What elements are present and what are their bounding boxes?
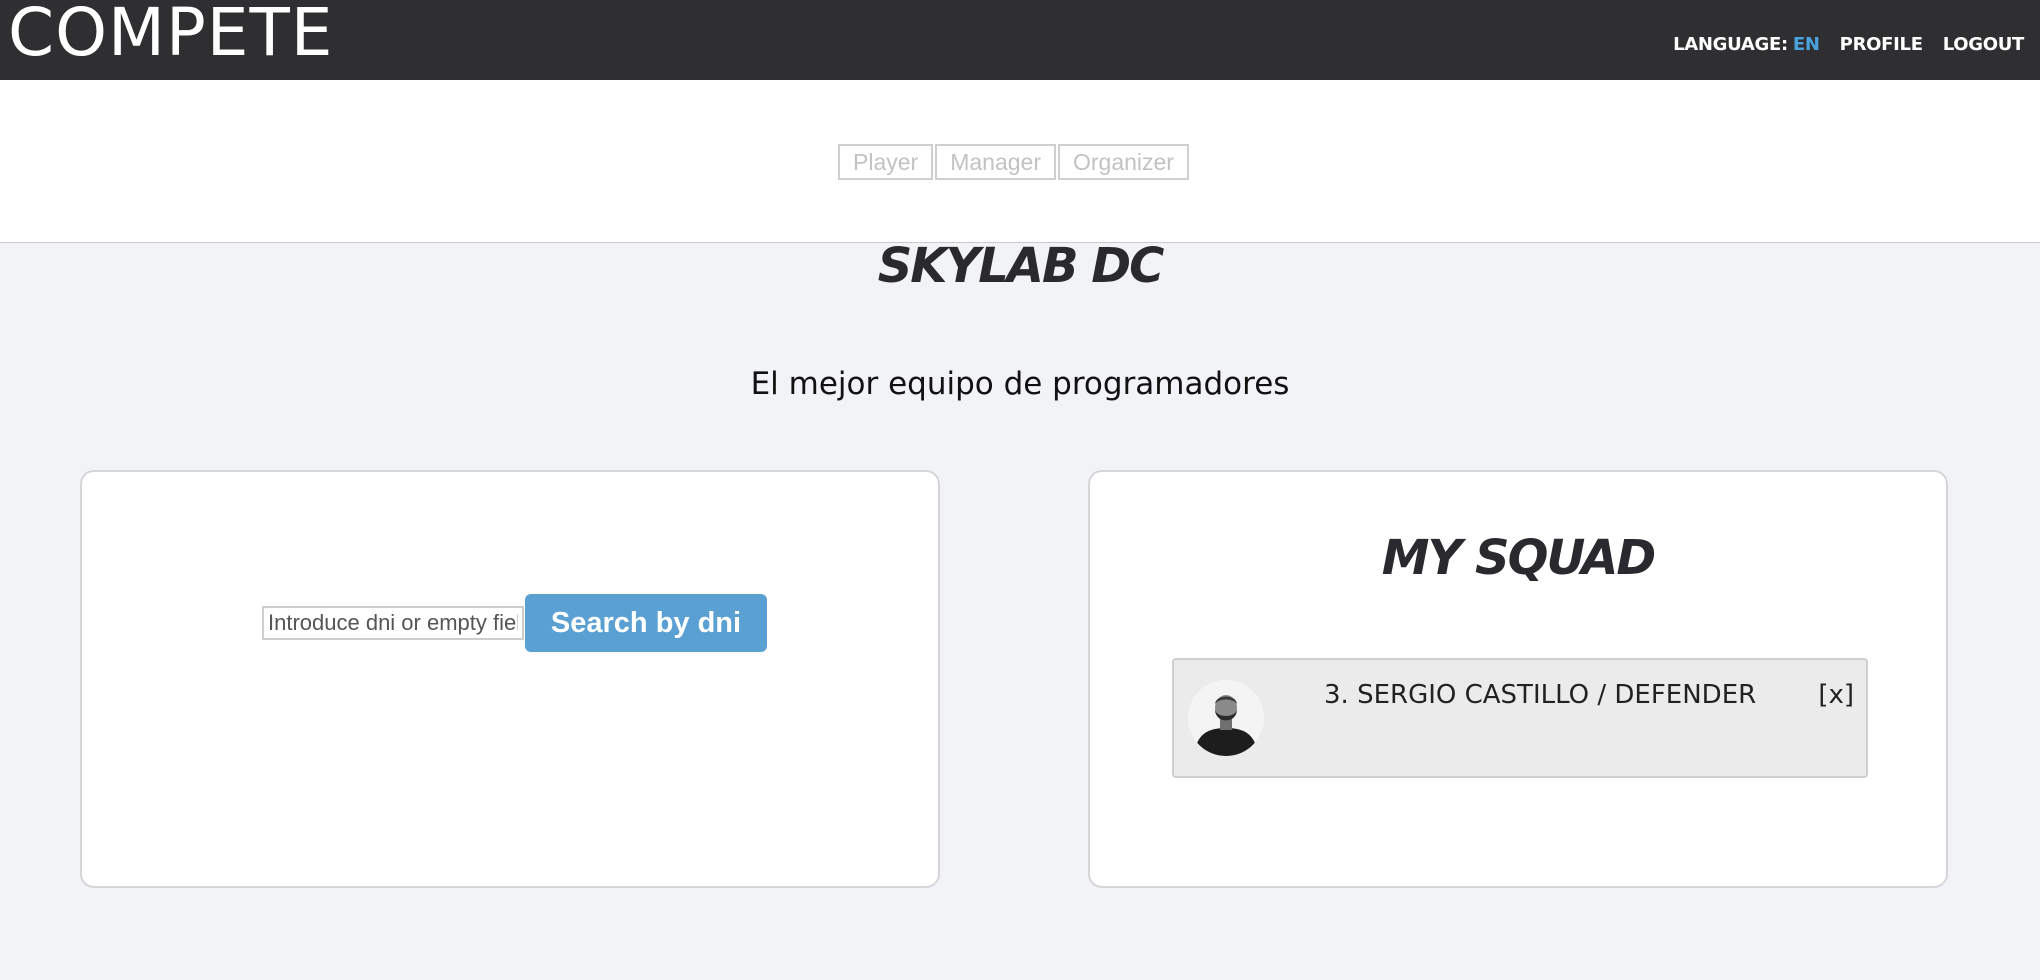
- language-label: LANGUAGE:: [1673, 34, 1788, 55]
- squad-card: MY SQUAD 3. SERGIO CASTILLO / DEFENDER […: [1088, 470, 1948, 888]
- team-name: SKYLAB DC: [877, 238, 1165, 294]
- language-selector[interactable]: LANGUAGE: EN: [1673, 34, 1820, 55]
- role-tab-organizer[interactable]: Organizer: [1057, 144, 1189, 180]
- logout-link[interactable]: LOGOUT: [1943, 34, 2025, 55]
- top-nav: LANGUAGE: EN PROFILE LOGOUT: [1673, 34, 2024, 55]
- search-card: Search by dni: [80, 470, 940, 888]
- squad-player-row: 3. SERGIO CASTILLO / DEFENDER [x]: [1172, 658, 1868, 778]
- brand-logo[interactable]: COMPETE: [8, 0, 334, 75]
- remove-player-button[interactable]: [x]: [1818, 680, 1854, 710]
- search-row: Search by dni: [262, 594, 767, 652]
- profile-link[interactable]: PROFILE: [1840, 34, 1923, 55]
- top-navbar: COMPETE LANGUAGE: EN PROFILE LOGOUT: [0, 0, 2040, 80]
- search-by-dni-button[interactable]: Search by dni: [525, 594, 767, 652]
- dni-search-input[interactable]: [262, 606, 524, 640]
- team-description: El mejor equipo de programadores: [750, 366, 1290, 402]
- language-code[interactable]: EN: [1793, 34, 1820, 55]
- player-label: 3. SERGIO CASTILLO / DEFENDER: [1324, 680, 1757, 710]
- role-section: Player Manager Organizer: [0, 80, 2040, 243]
- squad-title: MY SQUAD: [1381, 530, 1656, 586]
- role-tab-manager[interactable]: Manager: [935, 144, 1056, 180]
- role-tabs: Player Manager Organizer: [838, 144, 1191, 180]
- role-tab-player[interactable]: Player: [838, 144, 934, 180]
- player-avatar-icon: [1188, 680, 1264, 756]
